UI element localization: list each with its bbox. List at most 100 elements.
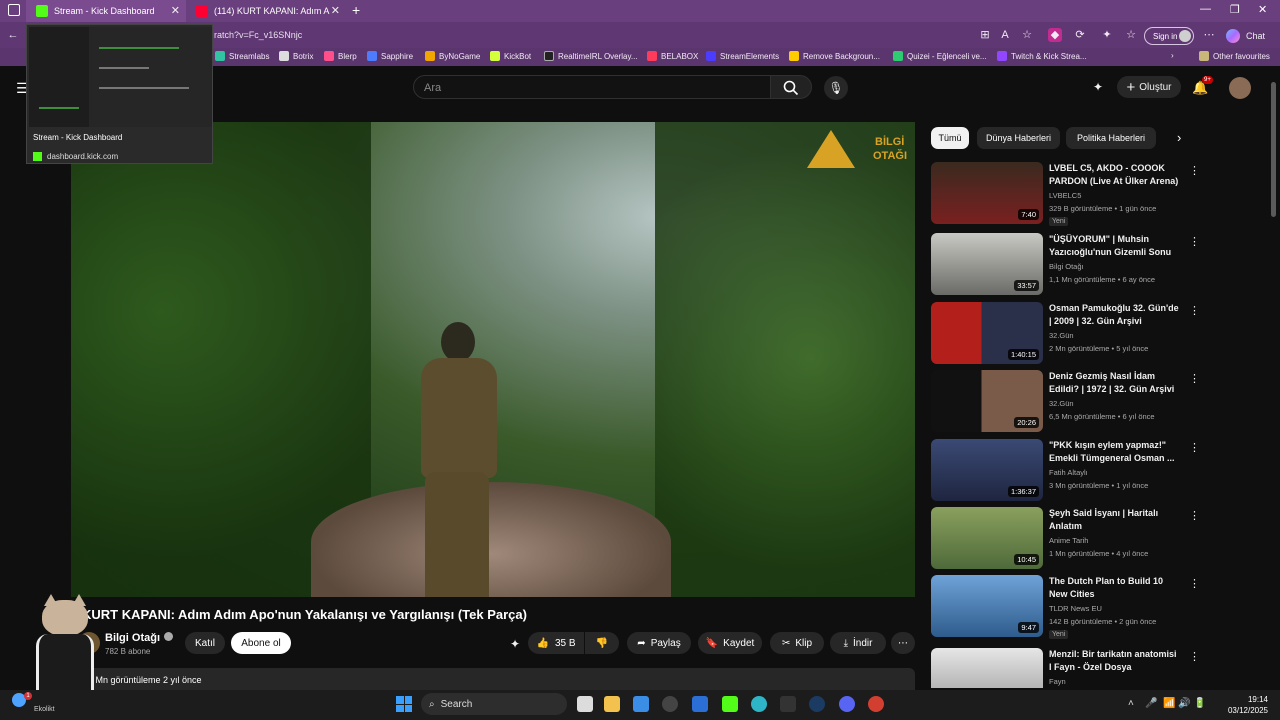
extension-icon[interactable]: ◆ [1048, 28, 1062, 42]
edge-browser-icon[interactable] [751, 696, 767, 712]
recommendation-title[interactable]: LVBEL C5, AKDO - COOOK PARDON (Live At Ü… [1049, 162, 1181, 188]
microphone-icon[interactable]: 🎤 [1145, 698, 1157, 709]
battery-icon[interactable]: 🔋 [1193, 698, 1205, 709]
recommendation-title[interactable]: Şeyh Said İsyanı | Haritalı Anlatım [1049, 507, 1181, 533]
recommendation-title[interactable]: "PKK kışın eylem yapmaz!" Emekli Tümgene… [1049, 439, 1181, 465]
kebab-menu-icon[interactable]: ⋮ [1189, 441, 1200, 454]
kebab-menu-icon[interactable]: ⋮ [1189, 577, 1200, 590]
favourite-sapphire[interactable]: Sapphire [367, 51, 413, 61]
kick-app-icon[interactable] [722, 696, 738, 712]
video-thumbnail[interactable]: 20:26 [931, 370, 1043, 432]
favourites-icon[interactable]: ☆ [1124, 28, 1138, 42]
video-player[interactable] [71, 122, 915, 597]
discord-icon[interactable] [839, 696, 855, 712]
favourite-quizei[interactable]: Quizei - Eğlenceli ve... [893, 51, 987, 61]
join-button[interactable]: Katıl [185, 632, 225, 654]
close-window-icon[interactable]: ✕ [1258, 3, 1267, 16]
kebab-menu-icon[interactable]: ⋮ [1189, 509, 1200, 522]
new-tab-button[interactable]: + [352, 2, 360, 18]
recommendation-item[interactable]: 20:26 Deniz Gezmiş Nasıl İdam Edildi? | … [931, 370, 1201, 434]
dislike-button[interactable]: 👎 [585, 632, 619, 654]
kebab-menu-icon[interactable]: ⋮ [1189, 304, 1200, 317]
recommendation-channel[interactable]: TLDR News EU [1049, 604, 1102, 613]
favourite-removebg[interactable]: Remove Backgroun... [789, 51, 880, 61]
favourite-blerp[interactable]: Blerp [324, 51, 357, 61]
video-thumbnail[interactable]: 10:45 [931, 507, 1043, 569]
chips-next-icon[interactable]: › [1177, 130, 1181, 145]
chip-all[interactable]: Tümü [931, 127, 969, 149]
favourite-botrix[interactable]: Botrix [279, 51, 313, 61]
taskbar-search[interactable]: ⌕ Search [421, 693, 567, 715]
close-tab-icon[interactable]: ✕ [331, 4, 340, 17]
epic-games-icon[interactable] [780, 696, 796, 712]
recommendation-item[interactable]: Menzil: Bir tarikatın anatomisi I Fayn -… [931, 648, 1201, 688]
search-input[interactable]: Ara [413, 75, 771, 99]
chip-politics-news[interactable]: Politika Haberleri [1066, 127, 1156, 149]
recommendation-item[interactable]: 33:57 "ÜŞÜYORUM" | Muhsin Yazıcıoğlu'nun… [931, 233, 1201, 297]
microsoft-store-icon[interactable] [633, 696, 649, 712]
more-icon[interactable]: ⋯ [1202, 28, 1216, 42]
recommendation-title[interactable]: "ÜŞÜYORUM" | Muhsin Yazıcıoğlu'nun Gizem… [1049, 233, 1181, 259]
recommendation-title[interactable]: Deniz Gezmiş Nasıl İdam Edildi? | 1972 |… [1049, 370, 1181, 396]
favourite-star-icon[interactable]: ☆ [1020, 28, 1034, 42]
apps-icon[interactable]: ⊞ [978, 28, 992, 42]
save-button[interactable]: 🔖 Kaydet [698, 632, 762, 654]
minimize-icon[interactable]: — [1200, 3, 1211, 15]
recommendation-item[interactable]: 10:45 Şeyh Said İsyanı | Haritalı Anlatı… [931, 507, 1201, 571]
steam-icon[interactable] [809, 696, 825, 712]
read-aloud-icon[interactable]: A [998, 28, 1012, 42]
recommendation-item[interactable]: 1:40:15 Osman Pamukoğlu 32. Gün'de | 200… [931, 302, 1201, 366]
search-button[interactable] [770, 75, 812, 99]
recommendation-title[interactable]: Menzil: Bir tarikatın anatomisi I Fayn -… [1049, 648, 1181, 674]
favourite-kickbot[interactable]: KickBot [490, 51, 531, 61]
scrollbar-thumb[interactable] [1271, 82, 1276, 217]
ai-sparkle-icon[interactable]: ✦ [1093, 80, 1103, 94]
recommendation-channel[interactable]: Bilgi Otağı [1049, 262, 1084, 271]
sign-in-button[interactable]: Sign in [1144, 27, 1194, 45]
tab-youtube-video[interactable]: (114) KURT KAPANI: Adım A ✕ [186, 0, 346, 22]
restore-icon[interactable]: ❐ [1230, 3, 1240, 16]
obs-icon[interactable] [662, 696, 678, 712]
favourite-belabox[interactable]: BELABOX [647, 51, 698, 61]
favourite-realtimeirl[interactable]: RealtimeIRL Overlay... [544, 51, 638, 61]
video-thumbnail[interactable]: 7:40 [931, 162, 1043, 224]
video-thumbnail[interactable]: 33:57 [931, 233, 1043, 295]
download-button[interactable]: ⤓ İndir [830, 632, 886, 654]
extensions-icon[interactable]: ✦ [1100, 28, 1114, 42]
recommendation-title[interactable]: The Dutch Plan to Build 10 New Cities [1049, 575, 1181, 601]
tab-kick-dashboard[interactable]: Stream - Kick Dashboard ✕ [26, 0, 186, 22]
copilot-chat-button[interactable]: Chat [1226, 27, 1274, 45]
recommendation-channel[interactable]: Anime Tarih [1049, 536, 1088, 545]
clock[interactable]: 19:14 03/12/2025 [1226, 694, 1268, 716]
video-thumbnail[interactable] [931, 648, 1043, 688]
recommendation-channel[interactable]: Fayn [1049, 677, 1066, 686]
back-icon[interactable]: ← [6, 28, 20, 42]
video-thumbnail[interactable]: 9:47 [931, 575, 1043, 637]
system-tray[interactable]: ˄ 🎤 📶 🔊 🔋 [1128, 698, 1206, 709]
url-field[interactable]: ratch?v=Fc_v16SNnjc [214, 30, 302, 40]
recommendation-item[interactable]: 9:47 The Dutch Plan to Build 10 New Citi… [931, 575, 1201, 639]
kebab-menu-icon[interactable]: ⋮ [1189, 372, 1200, 385]
refresh-extension-icon[interactable]: ⟳ [1073, 28, 1087, 42]
share-button[interactable]: ➦ Paylaş [627, 632, 691, 654]
recommendation-channel[interactable]: Fatih Altaylı [1049, 468, 1088, 477]
create-button[interactable]: + Oluştur [1117, 76, 1181, 98]
more-actions-button[interactable]: ⋯ [891, 632, 915, 654]
file-explorer-icon[interactable] [604, 696, 620, 712]
close-tab-icon[interactable]: ✕ [171, 4, 180, 17]
start-button[interactable] [396, 696, 412, 712]
task-view-icon[interactable] [577, 696, 593, 712]
favourite-twitch-kick[interactable]: Twitch & Kick Strea... [997, 51, 1087, 61]
chrome-icon[interactable] [868, 696, 884, 712]
wifi-icon[interactable]: 📶 [1163, 698, 1175, 709]
voice-search-button[interactable]: 🎙 [824, 76, 848, 100]
recommendation-title[interactable]: Osman Pamukoğlu 32. Gün'de | 2009 | 32. … [1049, 302, 1181, 328]
weather-label[interactable]: Ekolikt [34, 706, 55, 713]
recommendation-channel[interactable]: LVBELC5 [1049, 191, 1081, 200]
like-button[interactable]: 👍 35 B [528, 632, 584, 654]
tab-actions-icon[interactable] [8, 4, 20, 16]
recommendation-item[interactable]: 1:36:37 "PKK kışın eylem yapmaz!" Emekli… [931, 439, 1201, 503]
kebab-menu-icon[interactable]: ⋮ [1189, 235, 1200, 248]
subscribe-button[interactable]: Abone ol [231, 632, 291, 654]
clip-button[interactable]: ✂ Klip [770, 632, 824, 654]
